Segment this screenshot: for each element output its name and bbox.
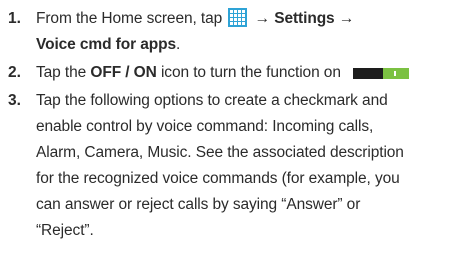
step-3-line-6: “Reject”. (36, 222, 94, 239)
on-off-toggle-icon (353, 68, 410, 79)
toggle-label: OFF / ON (90, 64, 157, 81)
step-2-suffix: icon to turn the function on (160, 64, 341, 81)
step-2-text: Tap the (36, 64, 87, 81)
step-3-line-3: Alarm, Camera, Music. See the associated… (36, 144, 404, 161)
toggle-off-segment (353, 68, 384, 79)
step-number: 2. (8, 64, 21, 81)
voice-cmd-label: Voice cmd for apps (36, 36, 177, 53)
step-number: 3. (8, 92, 21, 109)
toggle-on-segment (383, 68, 410, 79)
step-3-line-4: for the recognized voice commands (for e… (36, 170, 400, 187)
period: . (176, 36, 181, 53)
toggle-on-mark (394, 71, 397, 76)
step-1-line-1: From the Home screen, tap → Settings → (36, 6, 354, 32)
step-number: 1. (8, 10, 21, 27)
settings-label: Settings (274, 10, 335, 27)
arrow-icon: → (338, 10, 355, 27)
apps-grid-icon (228, 8, 248, 27)
step-3-line-2: enable control by voice command: Incomin… (36, 118, 374, 135)
step-3-line-5: can answer or reject calls by saying “An… (36, 196, 361, 213)
step-1-line-2: Voice cmd for apps. (36, 32, 180, 58)
step-3-line-1: Tap the following options to create a ch… (36, 92, 388, 109)
step-2-line-1: Tap the OFF / ON icon to turn the functi… (36, 60, 410, 86)
arrow-icon: → (254, 10, 271, 27)
step-1-text: From the Home screen, tap (36, 10, 223, 27)
